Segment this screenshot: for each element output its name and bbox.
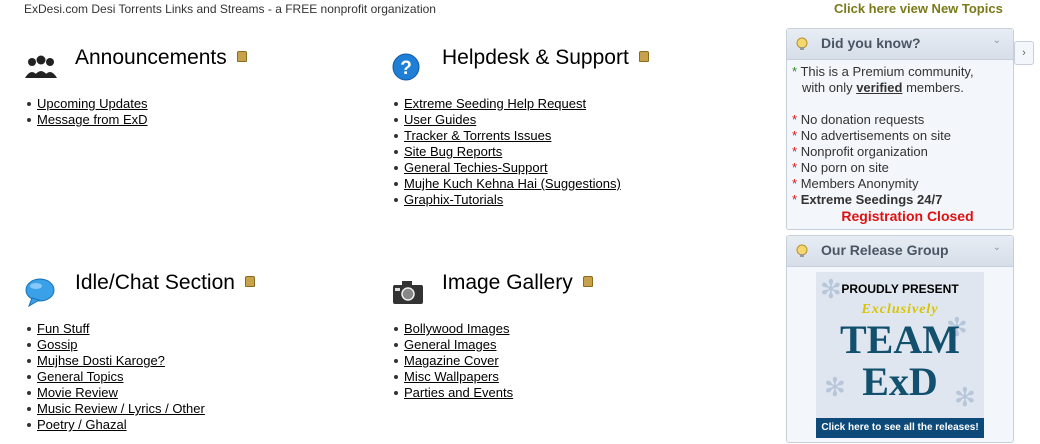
list-item: Misc Wallpapers [391, 369, 513, 385]
forum-links: Upcoming Updates Message from ExD [24, 96, 148, 128]
banner-text: PROUDLY PRESENT [841, 282, 959, 296]
banner-text: Exclusively [861, 302, 939, 317]
chevron-down-icon[interactable]: ⌄ [993, 242, 1001, 253]
registration-closed-text: Registration Closed [841, 208, 974, 224]
forum-link[interactable]: Gossip [37, 337, 77, 352]
list-item: Music Review / Lyrics / Other [24, 401, 205, 417]
forum-link[interactable]: Extreme Seeding Help Request [404, 96, 586, 111]
list-item: Extreme Seeding Help Request [391, 96, 621, 112]
list-item: Poetry / Ghazal [24, 417, 205, 433]
forum-link[interactable]: Upcoming Updates [37, 96, 148, 111]
forum-link[interactable]: Parties and Events [404, 385, 513, 400]
users-icon [25, 55, 57, 78]
release-group-box: Our Release Group ⌄ ✻ ✻ ✻ ✻ PROUDLY PRES… [786, 235, 1014, 443]
release-banner[interactable]: ✻ ✻ ✻ ✻ PROUDLY PRESENT Exclusively TEAM… [816, 272, 984, 438]
info-item: No donation requests [800, 112, 925, 127]
list-item: Parties and Events [391, 385, 513, 401]
chevron-down-icon[interactable]: ⌄ [993, 35, 1001, 46]
info-item: Nonprofit organization [800, 144, 928, 159]
chat-bubble-icon [25, 278, 55, 308]
forum-link[interactable]: General Images [404, 337, 497, 352]
forum-link[interactable]: Tracker & Torrents Issues [404, 128, 551, 143]
info-item: Extreme Seedings 24/7 [800, 192, 943, 207]
forum-link[interactable]: Graphix-Tutorials [404, 192, 503, 207]
forum-title[interactable]: Image Gallery [442, 271, 593, 295]
help-icon: ? [392, 53, 420, 81]
list-item: Mujhe Kuch Kehna Hai (Suggestions) [391, 176, 621, 192]
forum-title[interactable]: Idle/Chat Section [75, 271, 255, 295]
list-item: Graphix-Tutorials [391, 192, 621, 208]
forum-link[interactable]: General Techies-Support [404, 160, 548, 175]
list-item: Site Bug Reports [391, 144, 621, 160]
box-title: Did you know? [821, 35, 921, 51]
list-item: Upcoming Updates [24, 96, 148, 112]
forum-link[interactable]: Site Bug Reports [404, 144, 502, 159]
forum-title[interactable]: Helpdesk & Support [442, 46, 649, 70]
forum-title[interactable]: Announcements [75, 46, 247, 70]
info-item: Members Anonymity [800, 176, 919, 191]
new-topics-link[interactable]: Click here view New Topics [834, 1, 1003, 16]
site-tagline: ExDesi.com Desi Torrents Links and Strea… [24, 2, 436, 16]
forum-image-gallery: Image Gallery Bollywood Images General I… [391, 269, 721, 419]
list-item: General Techies-Support [391, 160, 621, 176]
forum-link[interactable]: Magazine Cover [404, 353, 499, 368]
forum-announcements: Announcements Upcoming Updates Message f… [24, 44, 354, 154]
lock-icon [236, 50, 247, 62]
sidebar-toggle-button[interactable]: › [1014, 41, 1034, 65]
list-item: Tracker & Torrents Issues [391, 128, 621, 144]
svg-text:?: ? [400, 58, 412, 79]
list-item: Mujhse Dosti Karoge? [24, 353, 205, 369]
forum-idle-chat: Idle/Chat Section Fun Stuff Gossip Mujhs… [24, 269, 354, 444]
banner-exd: ExD [862, 359, 938, 404]
banner-team: TEAM [840, 317, 960, 362]
lock-icon [244, 275, 255, 287]
list-item: General Images [391, 337, 513, 353]
box-title: Our Release Group [821, 242, 949, 258]
did-you-know-header[interactable]: Did you know? ⌄ [787, 29, 1013, 60]
lightbulb-icon [796, 244, 808, 257]
lightbulb-icon [796, 37, 808, 50]
forum-link[interactable]: Bollywood Images [404, 321, 510, 336]
forum-helpdesk: ? Helpdesk & Support Extreme Seeding Hel… [391, 44, 771, 224]
forum-link[interactable]: Poetry / Ghazal [37, 417, 127, 432]
list-item: Movie Review [24, 385, 205, 401]
forum-link[interactable]: Mujhse Dosti Karoge? [37, 353, 165, 368]
forum-links: Fun Stuff Gossip Mujhse Dosti Karoge? Ge… [24, 321, 205, 433]
forum-link[interactable]: Movie Review [37, 385, 118, 400]
lock-icon [638, 50, 649, 62]
list-item: Message from ExD [24, 112, 148, 128]
list-item: Gossip [24, 337, 205, 353]
list-item: General Topics [24, 369, 205, 385]
forum-link[interactable]: Mujhe Kuch Kehna Hai (Suggestions) [404, 176, 621, 191]
info-item: No advertisements on site [800, 128, 951, 143]
forum-link[interactable]: User Guides [404, 112, 476, 127]
verified-text: verified [856, 80, 903, 95]
list-item: Magazine Cover [391, 353, 513, 369]
forum-link[interactable]: Message from ExD [37, 112, 148, 127]
releases-link[interactable]: Click here to see all the releases! [816, 418, 984, 438]
did-you-know-box: Did you know? ⌄ * This is a Premium comm… [786, 28, 1014, 230]
camera-icon [393, 281, 423, 304]
release-group-header[interactable]: Our Release Group ⌄ [787, 236, 1013, 267]
premium-line: This is a Premium community, [800, 64, 974, 79]
info-item: No porn on site [800, 160, 889, 175]
lock-icon [582, 275, 593, 287]
forum-link[interactable]: Fun Stuff [37, 321, 90, 336]
list-item: Fun Stuff [24, 321, 205, 337]
forum-links: Extreme Seeding Help Request User Guides… [391, 96, 621, 208]
list-item: User Guides [391, 112, 621, 128]
forum-link[interactable]: Misc Wallpapers [404, 369, 499, 384]
list-item: Bollywood Images [391, 321, 513, 337]
forum-link[interactable]: General Topics [37, 369, 123, 384]
forum-link[interactable]: Music Review / Lyrics / Other [37, 401, 205, 416]
did-you-know-content: * This is a Premium community, with only… [787, 60, 1013, 224]
forum-links: Bollywood Images General Images Magazine… [391, 321, 513, 401]
